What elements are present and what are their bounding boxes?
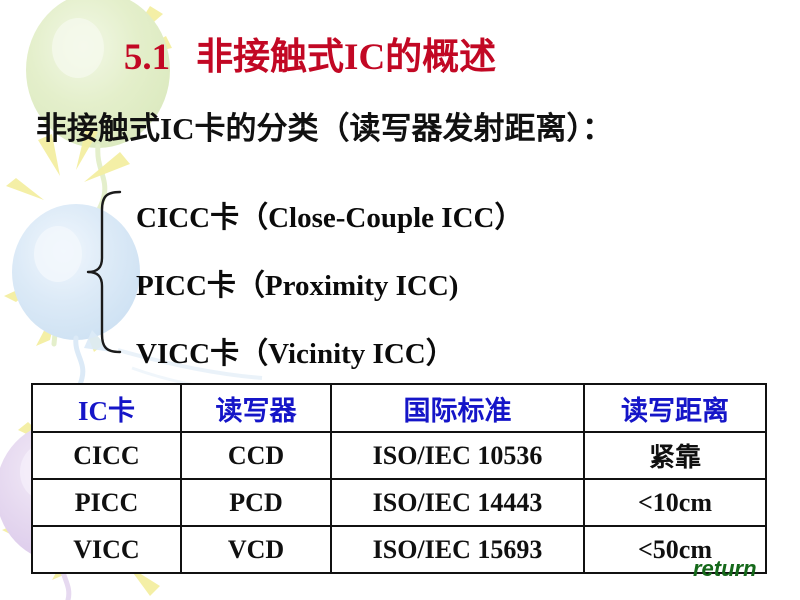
cell-card-type: VICC <box>31 525 182 574</box>
list-item: VICC卡（Vicinity ICC） <box>136 338 455 370</box>
cell-card-type: PICC <box>31 478 182 527</box>
table-header-row: IC卡 读写器 国际标准 读写距离 <box>31 383 767 433</box>
cell-reader: CCD <box>180 431 332 480</box>
list-item: PICC卡（Proximity ICC) <box>136 270 459 302</box>
list-item: CICC卡（Close-Couple ICC） <box>136 202 524 234</box>
left-curly-brace <box>84 188 124 356</box>
slide-subtitle: 非接触式IC卡的分类（读写器发射距离）： <box>36 111 613 146</box>
column-header-reader: 读写器 <box>180 383 332 433</box>
cell-card-type: CICC <box>31 431 182 480</box>
cell-standard: ISO/IEC 14443 <box>330 478 585 527</box>
table-row: PICC PCD ISO/IEC 14443 <10cm <box>31 478 767 527</box>
slide-title-text: 非接触式IC的概述 <box>196 37 497 78</box>
column-header-ic-card: IC卡 <box>31 383 182 433</box>
slide-canvas: 5.1 非接触式IC的概述 非接触式IC卡的分类（读写器发射距离）： CICC卡（… <box>0 0 800 600</box>
cell-distance: 紧靠 <box>583 431 767 480</box>
cell-reader: VCD <box>180 525 332 574</box>
card-kind-list: CICC卡（Close-Couple ICC） PICC卡（Proximity … <box>136 184 523 388</box>
cell-reader: PCD <box>180 478 332 527</box>
slide-title-number: 5.1 <box>123 37 171 78</box>
cell-distance: <10cm <box>583 478 767 527</box>
slide-title: 5.1 非接触式IC的概述 <box>0 26 620 80</box>
cell-standard: ISO/IEC 10536 <box>330 431 585 480</box>
return-link[interactable]: return <box>693 556 757 582</box>
table-row: CICC CCD ISO/IEC 10536 紧靠 <box>31 431 767 480</box>
cell-standard: ISO/IEC 15693 <box>330 525 585 574</box>
card-comparison-table: IC卡 读写器 国际标准 读写距离 CICC CCD ISO/IEC 10536… <box>31 383 767 574</box>
column-header-standard: 国际标准 <box>330 383 585 433</box>
table-row: VICC VCD ISO/IEC 15693 <50cm <box>31 525 767 574</box>
column-header-distance: 读写距离 <box>583 383 767 433</box>
